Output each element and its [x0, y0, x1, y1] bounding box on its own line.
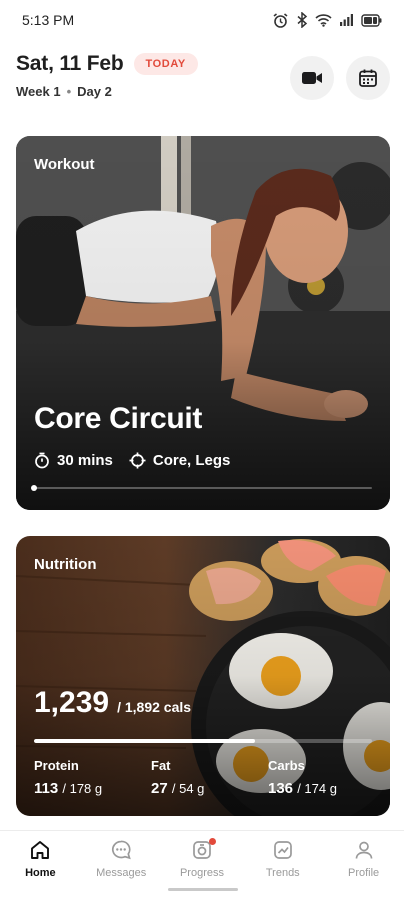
macro-value: 113 / 178 g: [34, 780, 103, 797]
wifi-icon: [315, 14, 332, 27]
header: Sat, 11 Feb TODAY Week 1 • Day 2: [16, 52, 390, 108]
workout-duration: 30 mins: [57, 452, 113, 469]
today-badge[interactable]: TODAY: [133, 53, 198, 75]
video-icon: [302, 72, 322, 84]
home-icon: [31, 841, 50, 859]
nav-label: Trends: [265, 867, 300, 879]
nutrition-label: Nutrition: [34, 556, 97, 573]
nutrition-card[interactable]: Nutrition 1,239 / 1,892 cals Protein 113…: [16, 536, 390, 816]
macro-value: 136 / 174 g: [268, 780, 337, 797]
focus-item: Core, Legs: [129, 452, 231, 469]
macro-name: Protein: [34, 758, 79, 773]
macro-name: Fat: [151, 758, 171, 773]
calendar-button[interactable]: [346, 56, 390, 100]
macro-value: 27 / 54 g: [151, 780, 205, 797]
workout-focus: Core, Legs: [152, 452, 231, 469]
macros-row: Protein 113 / 178 g Fat 27 / 54 g Carbs …: [34, 758, 372, 797]
target-icon: [129, 452, 146, 469]
bluetooth-icon: [297, 12, 308, 28]
nav-label: Progress: [179, 867, 224, 879]
nav-profile[interactable]: Profile: [324, 839, 404, 900]
messages-icon: [112, 840, 131, 860]
calories-value: 1,239: [34, 686, 110, 719]
day-label: Day 2: [77, 84, 112, 99]
week-label: Week 1: [16, 84, 61, 99]
status-icons: [272, 12, 382, 29]
workout-label: Workout: [34, 156, 95, 173]
workout-card[interactable]: Workout Core Circuit 30 mins Core, Legs: [16, 136, 390, 510]
signal-icon: [340, 14, 353, 26]
nav-messages[interactable]: Messages: [81, 839, 161, 900]
workout-title: Core Circuit: [34, 402, 203, 435]
battery-icon: [361, 13, 382, 27]
nav-trends[interactable]: Trends: [243, 839, 323, 900]
stopwatch-icon: [35, 452, 49, 469]
workout-meta: 30 mins Core, Legs: [34, 452, 230, 469]
status-time: 5:13 PM: [22, 12, 75, 28]
calendar-icon: [359, 69, 377, 87]
workout-progress-bar: [31, 485, 372, 491]
macro-fat: Fat 27 / 54 g: [151, 758, 268, 797]
workout-progress-indicator: [31, 485, 37, 491]
header-actions: [290, 56, 390, 100]
macro-name: Carbs: [268, 758, 305, 773]
date-title[interactable]: Sat, 11 Feb: [16, 52, 124, 76]
trends-icon: [273, 841, 292, 859]
nav-label: Messages: [96, 867, 147, 879]
separator-dot: •: [66, 84, 72, 99]
nav-label: Profile: [347, 867, 380, 879]
video-call-button[interactable]: [290, 56, 334, 100]
calories-goal: / 1,892 cals: [117, 699, 192, 715]
calories-progress-bar: [34, 739, 372, 743]
notification-dot: [208, 838, 216, 845]
calories-row: 1,239 / 1,892 cals: [34, 686, 191, 720]
macro-protein: Protein 113 / 178 g: [34, 758, 151, 797]
duration-item: 30 mins: [34, 452, 113, 469]
calories-progress-fill: [34, 739, 256, 743]
profile-icon: [355, 841, 372, 859]
home-indicator: [168, 888, 238, 891]
macro-carbs: Carbs 136 / 174 g: [268, 758, 372, 797]
alarm-icon: [273, 12, 288, 28]
status-bar: 5:13 PM: [0, 0, 404, 40]
nav-label: Home: [25, 867, 56, 879]
nav-home[interactable]: Home: [0, 839, 80, 900]
